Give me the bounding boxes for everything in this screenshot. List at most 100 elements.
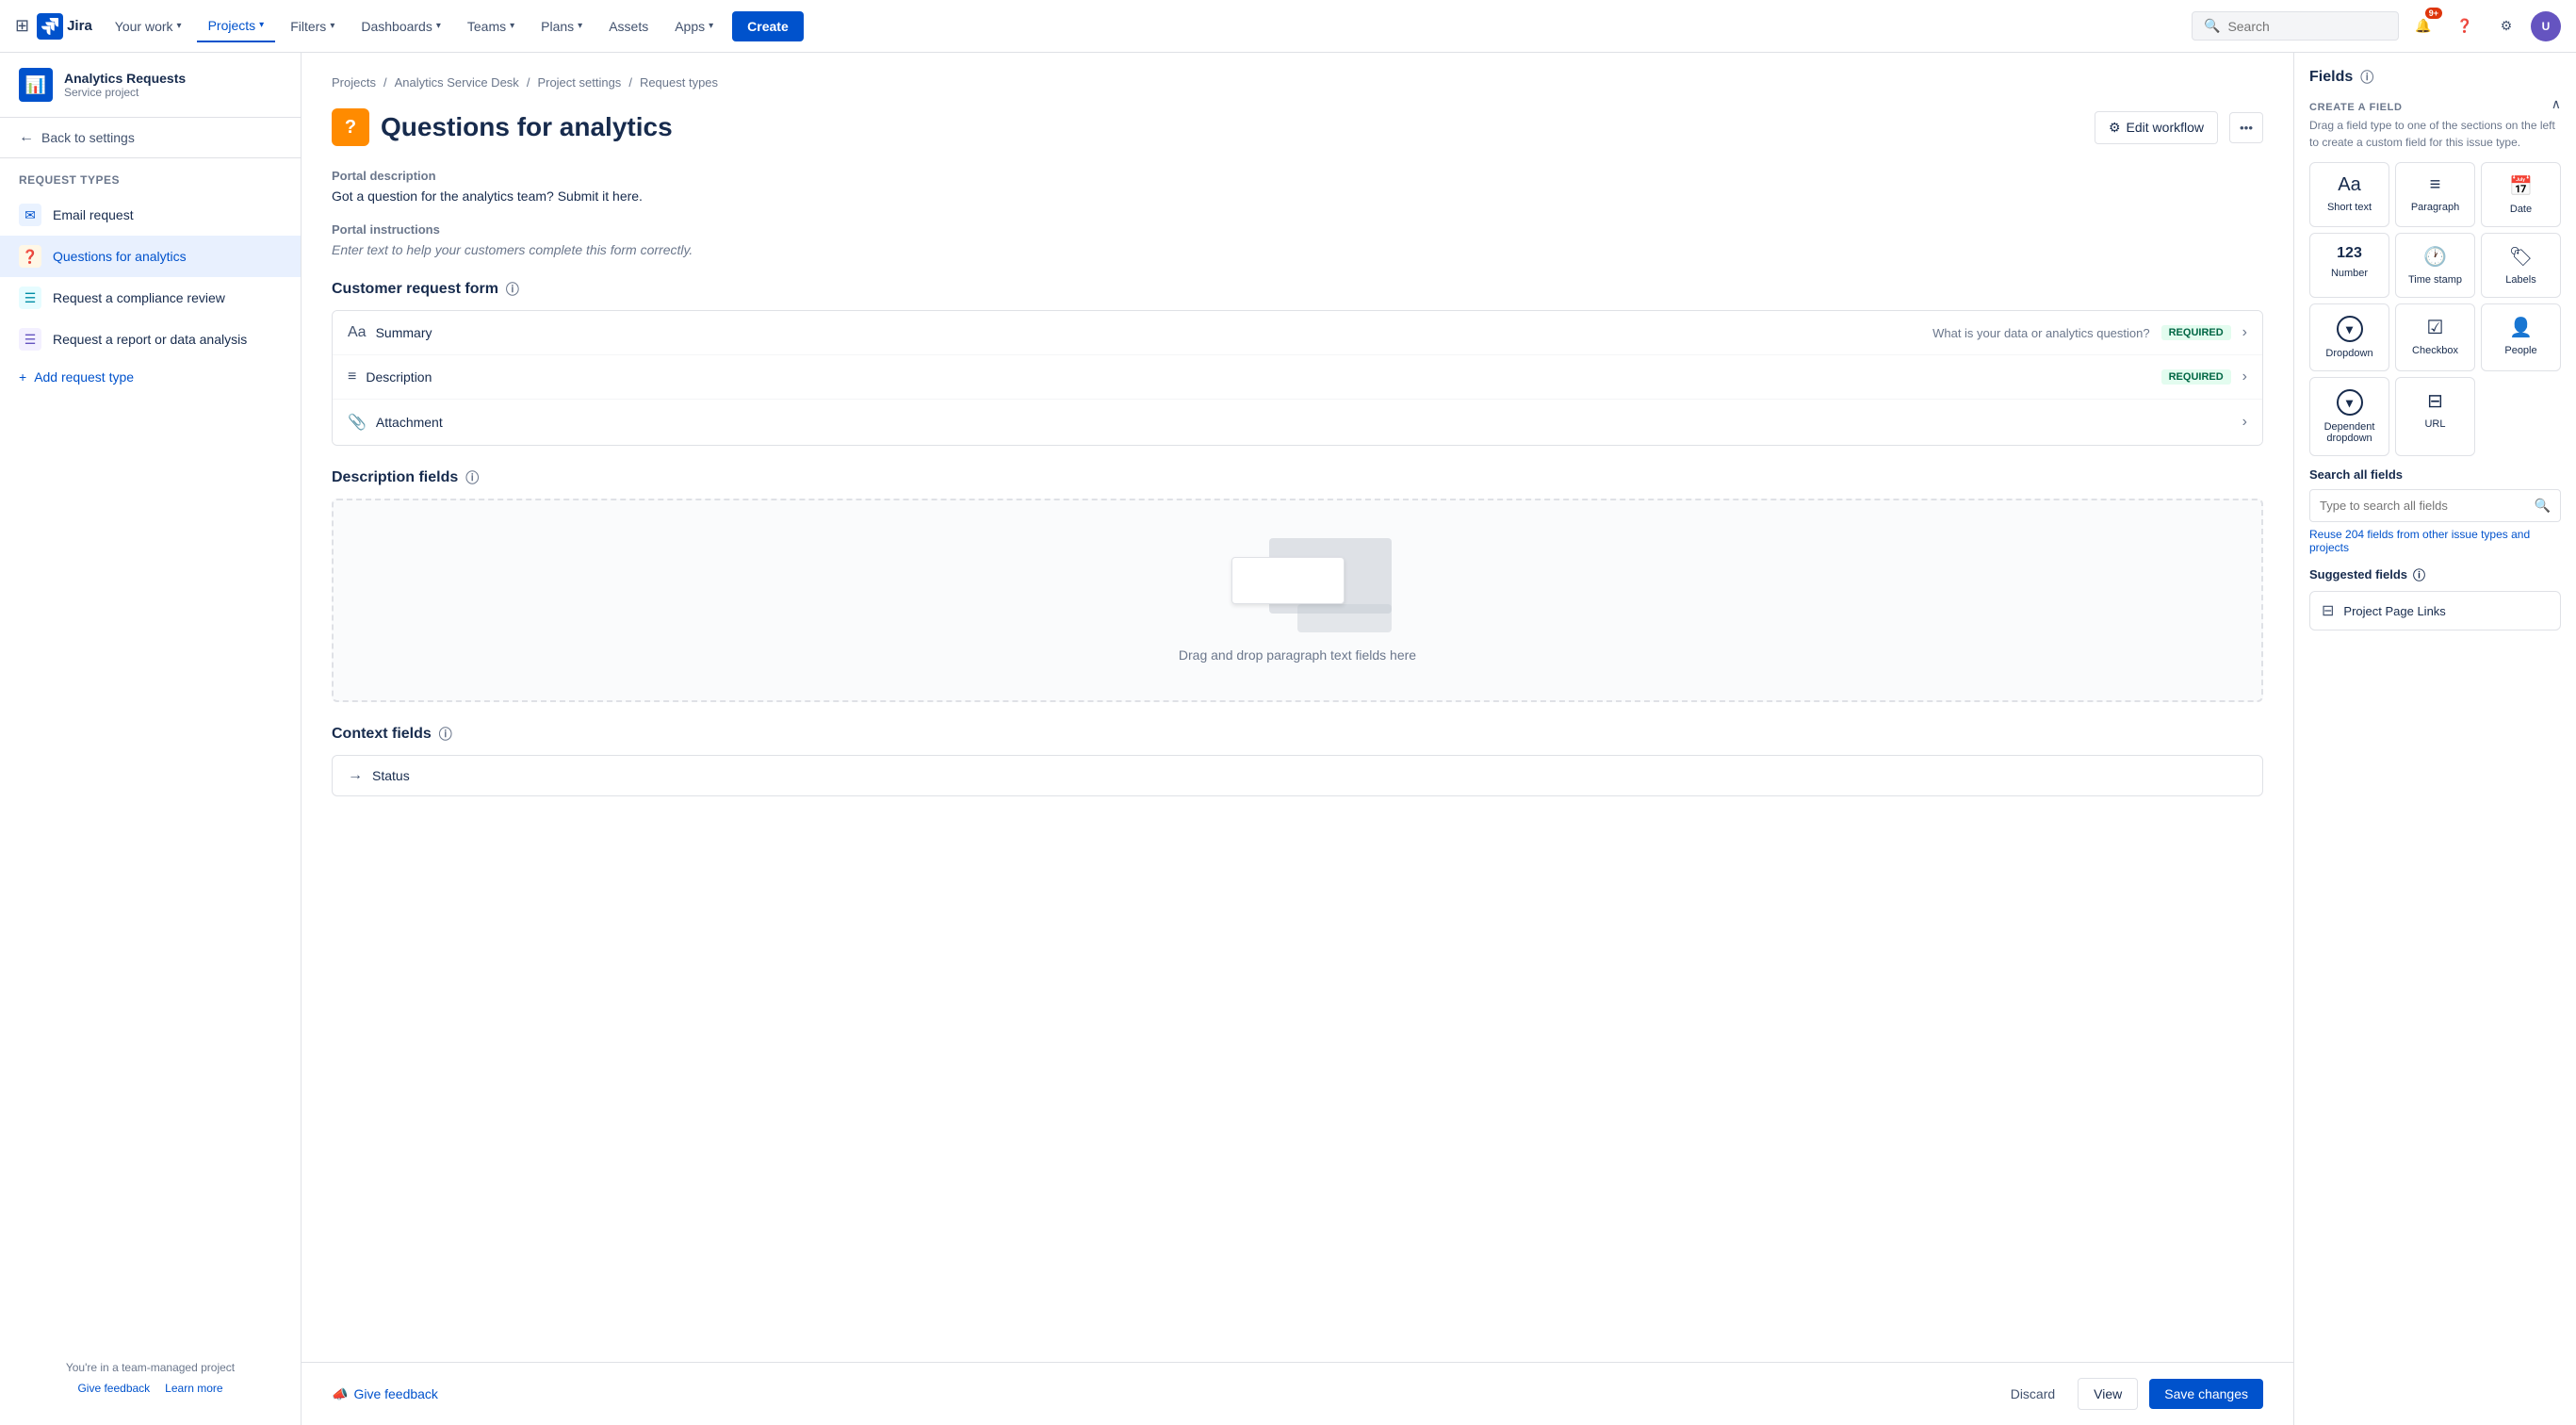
context-fields-heading: Context fields ⓘ: [332, 725, 2263, 744]
people-label: People: [2504, 345, 2536, 356]
project-icon: 📊: [19, 68, 53, 102]
feedback-link[interactable]: Give feedback: [77, 1382, 150, 1395]
portal-description-section: Portal description Got a question for th…: [332, 169, 2263, 204]
sidebar-item-label: Request a report or data analysis: [53, 332, 247, 347]
dropdown-label: Dropdown: [2325, 348, 2372, 359]
back-label: Back to settings: [41, 130, 135, 145]
project-page-links-label: Project Page Links: [2343, 604, 2445, 618]
suggested-field-project-page-links[interactable]: ⊟ Project Page Links: [2309, 591, 2561, 631]
portal-description-label: Portal description: [332, 169, 2263, 183]
feedback-icon: 📣: [332, 1386, 348, 1402]
description-field-name: Description: [366, 369, 2149, 385]
info-icon[interactable]: ⓘ: [439, 725, 452, 744]
summary-field-name: Summary: [376, 325, 1933, 340]
search-all-fields-input[interactable]: 🔍: [2309, 489, 2561, 522]
labels-icon: 🏷: [2509, 245, 2533, 269]
info-icon[interactable]: ⓘ: [2413, 565, 2425, 583]
short-text-icon: Aa: [2338, 174, 2360, 196]
summary-field-hint: What is your data or analytics question?: [1932, 326, 2150, 340]
create-button[interactable]: Create: [732, 11, 804, 41]
nav-apps[interactable]: Apps ▾: [663, 11, 725, 41]
notifications-button[interactable]: 🔔 9+: [2406, 9, 2440, 43]
view-button[interactable]: View: [2078, 1378, 2138, 1410]
portal-instructions-value: Enter text to help your customers comple…: [332, 242, 2263, 257]
breadcrumb-project-settings[interactable]: Project settings: [537, 75, 621, 90]
description-fields-section: Description fields ⓘ Drag and drop parag…: [332, 468, 2263, 702]
short-text-label: Short text: [2327, 202, 2372, 213]
chevron-down-icon: ▾: [436, 21, 441, 31]
summary-field-icon: Aa: [348, 324, 367, 341]
field-type-dependent-dropdown[interactable]: ▾ Dependent dropdown: [2309, 377, 2389, 456]
create-field-header: CREATE A FIELD ∧: [2309, 90, 2561, 117]
nav-teams[interactable]: Teams ▾: [456, 11, 526, 41]
save-changes-button[interactable]: Save changes: [2149, 1379, 2263, 1409]
nav-plans[interactable]: Plans ▾: [530, 11, 594, 41]
add-request-type[interactable]: + Add request type: [0, 360, 301, 394]
help-button[interactable]: ❓: [2448, 9, 2482, 43]
right-panel: Fields ⓘ CREATE A FIELD ∧ Drag a field t…: [2293, 53, 2576, 1425]
required-badge: REQUIRED: [2161, 325, 2231, 340]
jira-logo-text: Jira: [67, 18, 92, 34]
request-types-heading: Request types: [0, 158, 301, 194]
field-type-timestamp[interactable]: 🕐 Time stamp: [2395, 233, 2475, 298]
customer-request-form-heading: Customer request form ⓘ: [332, 280, 2263, 299]
collapse-icon[interactable]: ∧: [2552, 96, 2561, 112]
give-feedback-button[interactable]: 📣 Give feedback: [332, 1386, 438, 1402]
panel-title: Fields ⓘ: [2309, 68, 2373, 87]
email-request-icon: ✉: [19, 204, 41, 226]
back-to-settings[interactable]: ← Back to settings: [0, 118, 301, 158]
field-type-short-text[interactable]: Aa Short text: [2309, 162, 2389, 227]
field-type-url[interactable]: ⊟ URL: [2395, 377, 2475, 456]
nav-your-work[interactable]: Your work ▾: [104, 11, 193, 41]
edit-workflow-button[interactable]: ⚙ Edit workflow: [2095, 111, 2218, 144]
info-icon[interactable]: ⓘ: [2360, 68, 2373, 87]
field-type-people[interactable]: 👤 People: [2481, 303, 2561, 371]
field-type-dropdown[interactable]: ▾ Dropdown: [2309, 303, 2389, 371]
user-avatar[interactable]: U: [2531, 11, 2561, 41]
description-drop-zone[interactable]: Drag and drop paragraph text fields here: [332, 499, 2263, 702]
sidebar-item-report-data[interactable]: ☰ Request a report or data analysis: [0, 319, 301, 360]
sidebar-item-compliance-review[interactable]: ☰ Request a compliance review: [0, 277, 301, 319]
attachment-field-row[interactable]: 📎 Attachment ›: [333, 400, 2262, 445]
field-type-checkbox[interactable]: ☑ Checkbox: [2395, 303, 2475, 371]
field-type-date[interactable]: 📅 Date: [2481, 162, 2561, 227]
search-field-text[interactable]: [2320, 499, 2527, 513]
search-input[interactable]: [2227, 19, 2378, 34]
add-icon: +: [19, 369, 26, 385]
back-icon: ←: [19, 129, 34, 146]
chevron-down-icon: ▾: [259, 20, 264, 30]
chevron-down-icon: ▾: [709, 21, 713, 31]
field-type-number[interactable]: 123 Number: [2309, 233, 2389, 298]
discard-button[interactable]: Discard: [1999, 1379, 2066, 1409]
date-icon: 📅: [2509, 174, 2533, 198]
chevron-down-icon: ▾: [177, 21, 182, 31]
paragraph-label: Paragraph: [2411, 202, 2459, 213]
nav-projects[interactable]: Projects ▾: [197, 10, 276, 42]
sidebar-item-label: Email request: [53, 207, 134, 222]
summary-field-row[interactable]: Aa Summary What is your data or analytic…: [333, 311, 2262, 355]
jira-logo[interactable]: Jira: [37, 13, 92, 40]
breadcrumb-projects[interactable]: Projects: [332, 75, 376, 90]
settings-button[interactable]: ⚙: [2489, 9, 2523, 43]
info-icon[interactable]: ⓘ: [465, 468, 479, 487]
nav-dashboards[interactable]: Dashboards ▾: [350, 11, 452, 41]
info-icon[interactable]: ⓘ: [506, 280, 519, 299]
chevron-right-icon: ›: [2242, 324, 2247, 341]
field-type-paragraph[interactable]: ≡ Paragraph: [2395, 162, 2475, 227]
nav-assets[interactable]: Assets: [597, 11, 660, 41]
url-label: URL: [2424, 418, 2445, 430]
description-field-row[interactable]: ≡ Description REQUIRED ›: [333, 355, 2262, 400]
more-icon: •••: [2240, 121, 2253, 135]
field-type-labels[interactable]: 🏷 Labels: [2481, 233, 2561, 298]
drop-zone-visual: [1203, 538, 1392, 632]
breadcrumb-analytics-service-desk[interactable]: Analytics Service Desk: [395, 75, 519, 90]
learn-link[interactable]: Learn more: [165, 1382, 222, 1395]
sidebar-item-email-request[interactable]: ✉ Email request: [0, 194, 301, 236]
grid-icon[interactable]: ⊞: [15, 16, 29, 36]
search-box[interactable]: 🔍: [2192, 11, 2399, 41]
sidebar-item-questions-analytics[interactable]: ❓ Questions for analytics: [0, 236, 301, 277]
create-field-description: Drag a field type to one of the sections…: [2309, 117, 2561, 151]
nav-filters[interactable]: Filters ▾: [279, 11, 346, 41]
status-field-row[interactable]: → Status: [332, 755, 2263, 796]
more-options-button[interactable]: •••: [2229, 112, 2263, 143]
